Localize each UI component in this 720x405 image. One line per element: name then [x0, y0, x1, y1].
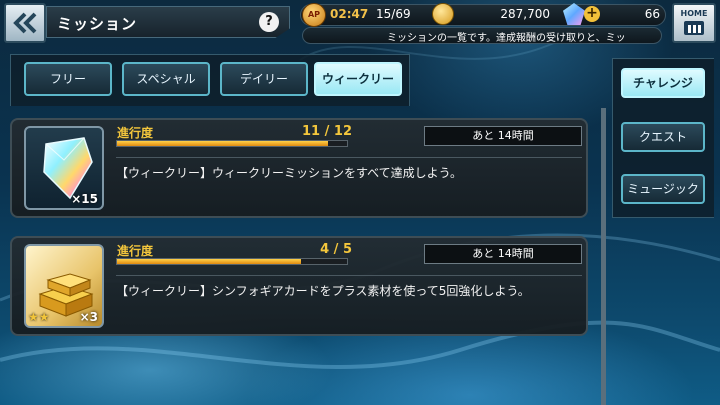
- mission-card[interactable]: ×15 進行度 11 / 12 あと 14時間 【ウィークリー】ウィークリーミッ…: [10, 118, 588, 218]
- ap-icon: AP: [302, 3, 326, 27]
- ticker-text: ミッションの一覧です。達成報酬の受け取りと、ミッ: [387, 33, 626, 44]
- mission-description: 【ウィークリー】ウィークリーミッションをすべて達成しよう。: [116, 166, 462, 180]
- side-tab-quest[interactable]: クエスト: [621, 122, 705, 152]
- home-icon: [684, 21, 704, 35]
- reward-quantity: ×3: [79, 310, 98, 324]
- help-icon[interactable]: ?: [259, 12, 279, 32]
- tab-special[interactable]: スペシャル: [122, 62, 210, 96]
- back-button[interactable]: [4, 3, 46, 43]
- reward-thumbnail: ★★ ×3: [24, 244, 104, 328]
- progress-label: 進行度: [117, 244, 154, 258]
- add-gems-plus-icon[interactable]: +: [584, 6, 600, 22]
- ap-count: 15/69: [376, 7, 411, 21]
- rarity-stars: ★★: [28, 310, 50, 324]
- coin-icon: [432, 3, 454, 25]
- side-tab-music[interactable]: ミュージック: [621, 174, 705, 204]
- ap-recovery-timer: 02:47: [330, 7, 369, 21]
- tab-weekly[interactable]: ウィークリー: [314, 62, 402, 96]
- progress-bar: [116, 258, 348, 265]
- gem-count: 66: [644, 7, 660, 21]
- progress-count: 4 / 5: [320, 242, 352, 257]
- home-label: HOME: [680, 9, 708, 18]
- side-tab-challenge[interactable]: チャレンジ: [621, 68, 705, 98]
- divider: [116, 157, 582, 158]
- tab-daily[interactable]: デイリー: [220, 62, 308, 96]
- divider: [116, 275, 582, 276]
- scrollbar[interactable]: [601, 108, 606, 405]
- info-ticker: ミッションの一覧です。達成報酬の受け取りと、ミッ: [302, 27, 662, 44]
- mission-card[interactable]: ★★ ×3 進行度 4 / 5 あと 14時間 【ウィークリー】シンフォギアカー…: [10, 236, 588, 336]
- coin-count: 287,700: [500, 7, 550, 21]
- reward-quantity: ×15: [71, 192, 98, 206]
- progress-fill: [117, 259, 301, 264]
- progress-bar: [116, 140, 348, 147]
- progress-fill: [117, 141, 328, 146]
- tab-free[interactable]: フリー: [24, 62, 112, 96]
- progress-count: 11 / 12: [302, 124, 352, 139]
- reward-thumbnail: ×15: [24, 126, 104, 210]
- double-chevron-left-icon: [13, 12, 37, 34]
- title-bar: ミッション: [46, 6, 290, 38]
- progress-label: 進行度: [117, 126, 154, 140]
- page-title: ミッション: [57, 15, 138, 33]
- home-button[interactable]: HOME: [672, 3, 716, 43]
- time-remaining: あと 14時間: [424, 244, 582, 264]
- mission-description: 【ウィークリー】シンフォギアカードをプラス素材を使って5回強化しよう。: [116, 284, 530, 298]
- time-remaining: あと 14時間: [424, 126, 582, 146]
